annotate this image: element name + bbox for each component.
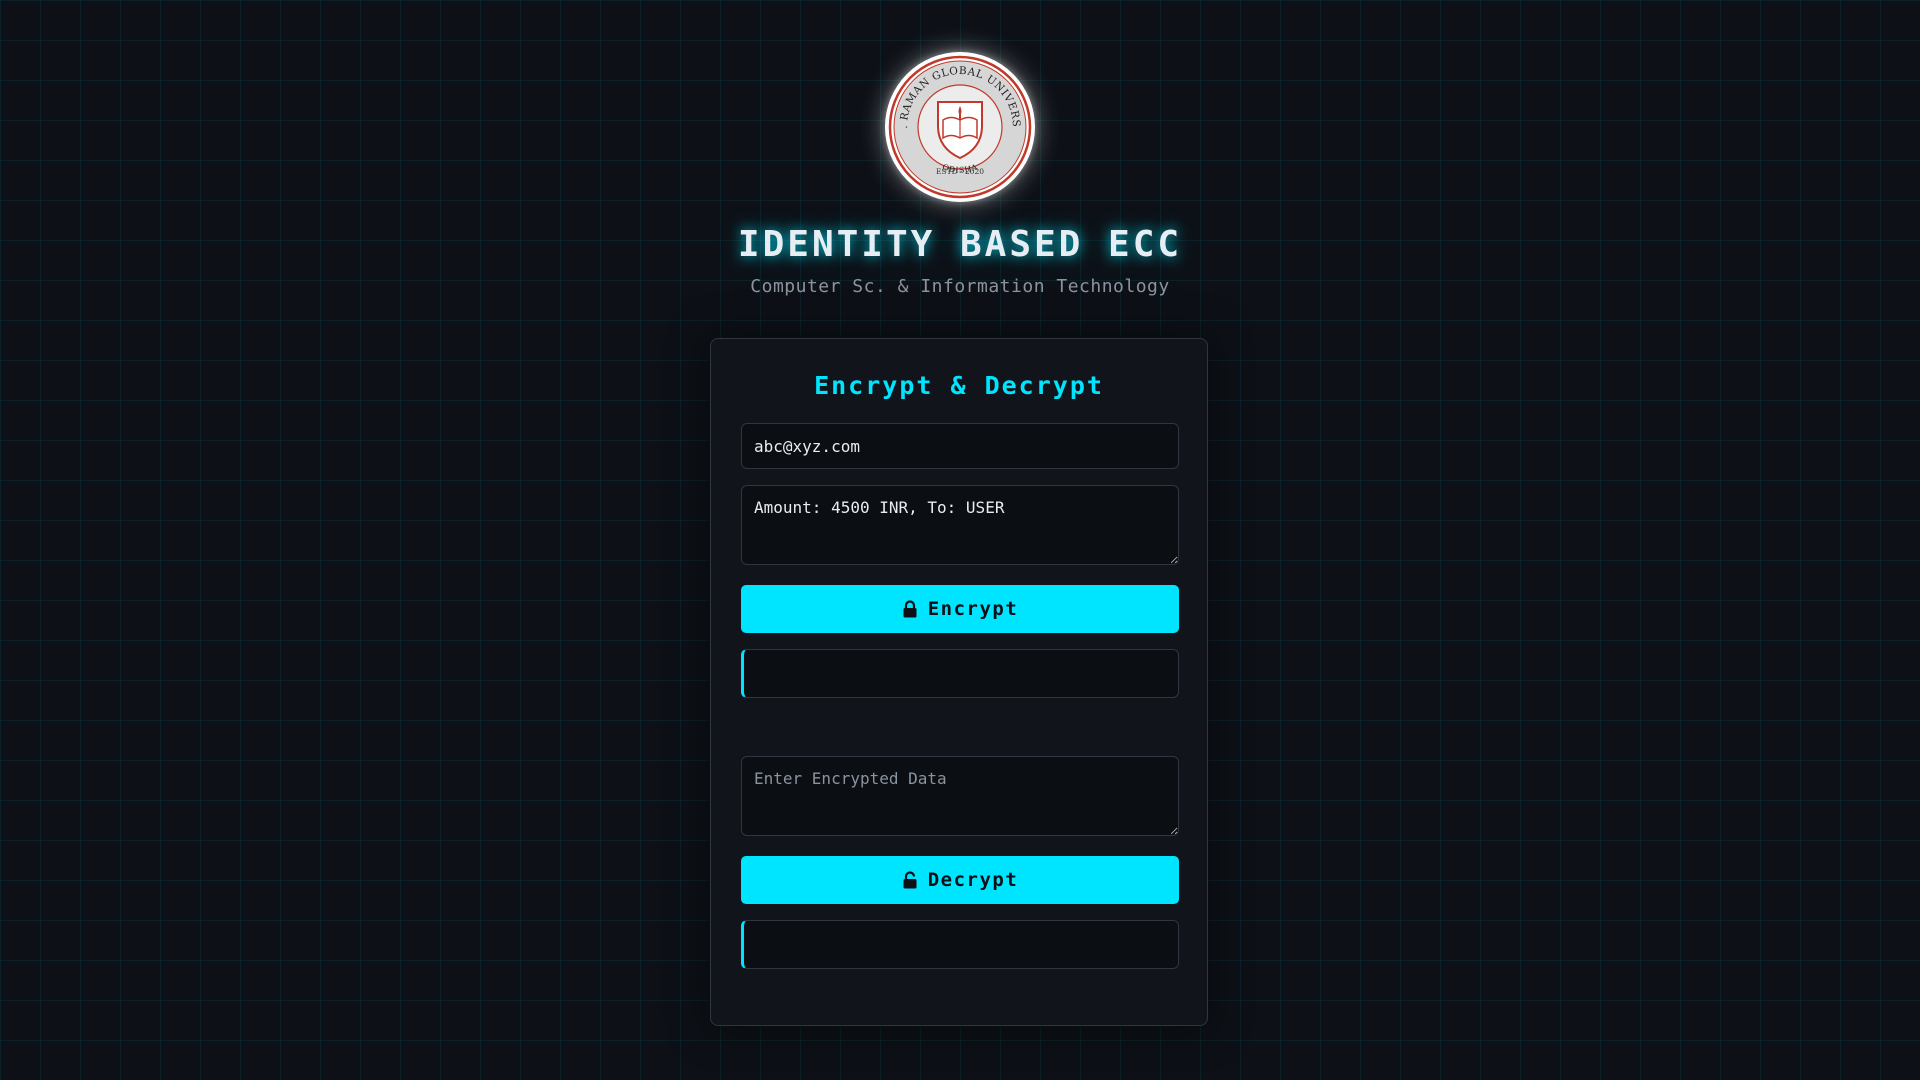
decrypt-output <box>741 920 1179 969</box>
university-logo: C.V. RAMAN GLOBAL UNIVERSITY ODISHA ESTD… <box>885 52 1035 202</box>
decrypt-button-label: Decrypt <box>927 869 1019 891</box>
unlock-icon <box>902 871 918 889</box>
page-title: IDENTITY BASED ECC <box>737 224 1183 265</box>
encrypted-data-input[interactable] <box>741 756 1179 836</box>
crypto-card: Encrypt & Decrypt Amount: 4500 INR, To: … <box>710 338 1208 1026</box>
page-header: C.V. RAMAN GLOBAL UNIVERSITY ODISHA ESTD… <box>0 0 1920 298</box>
svg-text:ESTD - 2020: ESTD - 2020 <box>936 167 984 176</box>
decrypt-button[interactable]: Decrypt <box>741 856 1179 904</box>
message-input[interactable]: Amount: 4500 INR, To: USER <box>741 485 1179 565</box>
email-input[interactable] <box>741 423 1179 469</box>
lock-icon <box>902 600 918 618</box>
encrypt-button-label: Encrypt <box>927 598 1019 620</box>
page-subtitle: Computer Sc. & Information Technology <box>750 276 1170 297</box>
encrypt-output <box>741 649 1179 698</box>
card-title: Encrypt & Decrypt <box>814 371 1104 400</box>
encrypt-button[interactable]: Encrypt <box>741 585 1179 633</box>
